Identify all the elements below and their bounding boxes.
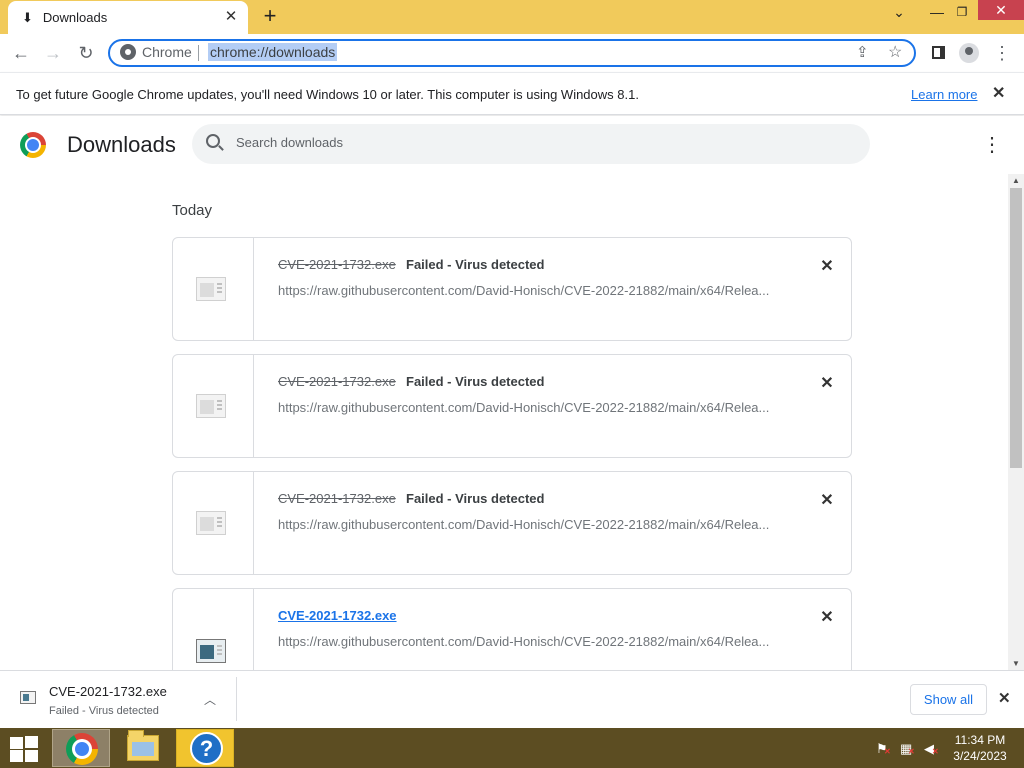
address-separator: [198, 45, 199, 61]
remove-item-icon[interactable]: ✕: [819, 607, 835, 627]
download-item: CVE-2021-1732.exe Failed - Virus detecte…: [172, 471, 852, 575]
title-bar: ⬇ Downloads ✕ + ⌄ — ❐ ✕: [0, 0, 1024, 34]
profile-button[interactable]: [958, 40, 980, 66]
side-panel-icon: [931, 46, 945, 60]
file-status: Failed - Virus detected: [406, 491, 545, 506]
file-status: Failed - Virus detected: [406, 374, 545, 389]
shelf-file-icon: [20, 691, 36, 704]
file-status: Failed - Virus detected: [406, 257, 545, 272]
search-icon: [206, 134, 220, 148]
downloads-header: Downloads ⋮: [0, 116, 1024, 172]
windows-logo-icon: [25, 750, 38, 762]
file-name: CVE-2021-1732.exe: [278, 491, 396, 506]
infobar-close-icon[interactable]: ✕: [992, 83, 1005, 103]
action-center-flag-icon[interactable]: ⚑ ✕: [876, 741, 891, 757]
error-x-icon: ✕: [908, 747, 915, 756]
shelf-close-icon[interactable]: ✕: [998, 689, 1011, 707]
remove-item-icon[interactable]: ✕: [819, 490, 835, 510]
windows-logo-icon: [10, 737, 23, 749]
file-name-link[interactable]: CVE-2021-1732.exe: [278, 608, 397, 623]
shelf-file-name[interactable]: CVE-2021-1732.exe: [49, 684, 167, 699]
side-panel-button[interactable]: [927, 40, 949, 66]
error-x-icon: ✕: [884, 747, 891, 756]
scrollbar-thumb[interactable]: [1010, 188, 1022, 468]
taskbar-file-explorer[interactable]: [114, 729, 172, 767]
file-icon-column: [173, 238, 254, 340]
system-clock[interactable]: 11:34 PM 3/24/2023: [952, 732, 1008, 764]
search-input[interactable]: [236, 135, 836, 150]
file-icon-column: [173, 472, 254, 574]
search-box[interactable]: [192, 124, 870, 164]
file-url[interactable]: https://raw.githubusercontent.com/David-…: [278, 400, 769, 415]
page-menu-button[interactable]: ⋮: [982, 132, 1002, 157]
taskbar-help[interactable]: ?: [176, 729, 234, 767]
file-url[interactable]: https://raw.githubusercontent.com/David-…: [278, 634, 769, 649]
infobar-message: To get future Google Chrome updates, you…: [16, 87, 639, 102]
browser-menu-button[interactable]: ⋮: [992, 40, 1012, 66]
close-window-button[interactable]: ✕: [978, 0, 1024, 20]
download-item: CVE-2021-1732.exe https://raw.githubuser…: [172, 588, 852, 670]
download-item: CVE-2021-1732.exe Failed - Virus detecte…: [172, 354, 852, 458]
new-tab-button[interactable]: +: [258, 4, 282, 28]
file-icon: [196, 511, 226, 535]
file-url[interactable]: https://raw.githubusercontent.com/David-…: [278, 517, 769, 532]
tab-close-icon[interactable]: ✕: [222, 8, 240, 26]
download-item: CVE-2021-1732.exe Failed - Virus detecte…: [172, 237, 852, 341]
update-infobar: To get future Google Chrome updates, you…: [0, 72, 1024, 115]
forward-button[interactable]: →: [40, 40, 66, 66]
file-icon-column: [173, 355, 254, 457]
browser-toolbar: ← → ↻ Chrome chrome://downloads ⇪ ☆ ⋮: [0, 34, 1024, 72]
help-icon: ?: [190, 732, 223, 765]
start-button[interactable]: [8, 736, 38, 762]
address-url[interactable]: chrome://downloads: [208, 43, 338, 61]
shelf-file-status: Failed - Virus detected: [49, 705, 159, 717]
clock-date: 3/24/2023: [953, 749, 1007, 763]
share-icon[interactable]: ⇪: [856, 43, 869, 61]
file-url[interactable]: https://raw.githubusercontent.com/David-…: [278, 283, 769, 298]
site-chip-label: Chrome: [142, 44, 192, 60]
folder-icon: [127, 730, 159, 761]
network-icon[interactable]: ▦ ✕: [900, 741, 915, 757]
tab-search-button[interactable]: ⌄: [888, 0, 910, 24]
file-name: CVE-2021-1732.exe: [278, 374, 396, 389]
chevron-up-icon[interactable]: ︿: [204, 691, 216, 708]
windows-logo-icon: [25, 736, 38, 748]
chrome-logo-icon: [20, 132, 46, 158]
date-group-header: Today: [172, 202, 213, 219]
file-icon: [196, 277, 226, 301]
shelf-divider: [236, 677, 237, 721]
reload-button[interactable]: ↻: [73, 40, 99, 66]
chrome-icon: [66, 733, 98, 765]
bookmark-star-icon[interactable]: ☆: [888, 42, 902, 62]
tab-title: Downloads: [42, 10, 108, 25]
download-icon: ⬇: [22, 9, 33, 25]
scrollbar[interactable]: ▲ ▼: [1008, 174, 1024, 670]
windows-taskbar: ? ⚑ ✕ ▦ ✕ ◀ ✕ 11:34 PM 3/24/2023: [0, 728, 1024, 768]
chrome-site-icon: [120, 44, 136, 60]
avatar-icon: [959, 42, 979, 63]
windows-logo-icon: [10, 750, 23, 762]
show-all-button[interactable]: Show all: [910, 684, 987, 715]
taskbar-chrome[interactable]: [52, 729, 110, 767]
file-icon: [196, 639, 226, 663]
file-icon: [196, 394, 226, 418]
file-icon-column: [173, 589, 254, 670]
minimize-button[interactable]: —: [925, 0, 949, 24]
download-shelf: CVE-2021-1732.exe Failed - Virus detecte…: [0, 670, 1024, 728]
volume-icon[interactable]: ◀ ✕: [924, 741, 939, 757]
remove-item-icon[interactable]: ✕: [819, 373, 835, 393]
tab-downloads[interactable]: ⬇ Downloads ✕: [8, 1, 248, 34]
mute-x-icon: ✕: [932, 747, 939, 756]
learn-more-link[interactable]: Learn more: [911, 87, 977, 102]
scroll-down-arrow[interactable]: ▼: [1012, 659, 1020, 668]
page-title: Downloads: [67, 132, 176, 157]
remove-item-icon[interactable]: ✕: [819, 256, 835, 276]
maximize-button[interactable]: ❐: [950, 0, 974, 24]
file-name: CVE-2021-1732.exe: [278, 257, 396, 272]
back-button[interactable]: ←: [8, 40, 34, 66]
scroll-up-arrow[interactable]: ▲: [1012, 176, 1020, 185]
clock-time: 11:34 PM: [954, 733, 1006, 747]
address-bar[interactable]: Chrome chrome://downloads ⇪ ☆: [108, 39, 916, 67]
